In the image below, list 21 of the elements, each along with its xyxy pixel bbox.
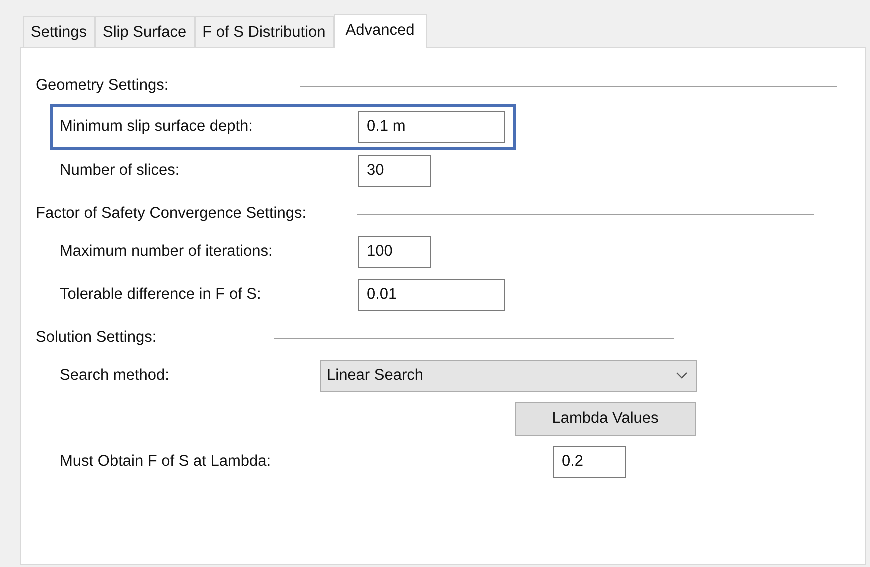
field-label: Number of slices: [60, 162, 181, 180]
tab[interactable]: Advanced [334, 14, 427, 48]
field-label: Search method: [60, 366, 170, 384]
field-label: Maximum number of iterations: [60, 242, 274, 260]
section-title: Factor of Safety Convergence Settings: [36, 205, 307, 223]
tab[interactable]: Slip Surface [95, 16, 195, 47]
input-field[interactable]: 0.01 [358, 278, 505, 310]
chevron-down-icon [676, 372, 688, 380]
tab[interactable]: Settings [23, 16, 96, 47]
input-field[interactable]: 30 [358, 154, 431, 186]
field-label: Must Obtain F of S at Lambda: [60, 452, 272, 470]
field-label: Tolerable difference in F of S: [60, 286, 262, 304]
input-field[interactable]: 0.1 m [358, 111, 505, 143]
lambda-values-button[interactable]: Lambda Values [515, 402, 696, 436]
field-label: Minimum slip surface depth: [60, 118, 254, 136]
input-field[interactable]: 0.2 [553, 446, 626, 478]
tab[interactable]: F of S Distribution [194, 16, 334, 47]
dropdown[interactable]: Linear Search [320, 360, 697, 392]
input-field[interactable]: 100 [358, 236, 431, 268]
section-title: Geometry Settings: [36, 77, 169, 95]
section-title: Solution Settings: [36, 329, 157, 347]
